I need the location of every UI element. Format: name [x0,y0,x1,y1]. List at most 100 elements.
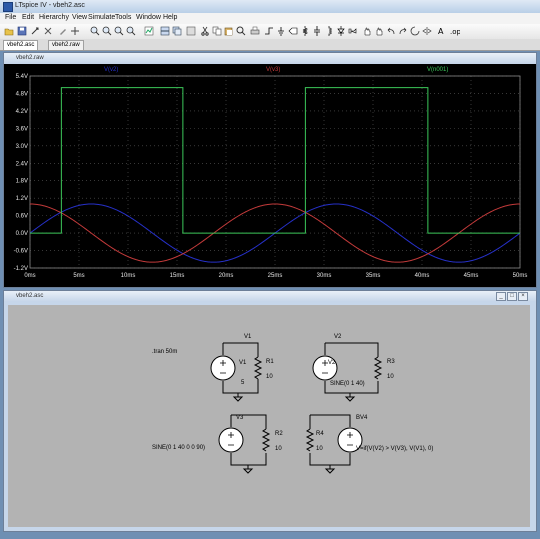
paste-icon[interactable] [224,26,234,36]
schematic-window[interactable]: vbeh2.asc _ □ × .tran 50m V1 V1 5 R1 10 … [3,290,537,532]
svg-text:A: A [438,27,444,36]
x-tick-label: 0ms [24,273,35,279]
x-tick-label: 30ms [317,273,332,279]
hand-move-icon[interactable] [362,26,372,36]
spice-directive-icon[interactable]: .op [450,26,460,36]
value-v1[interactable]: 5 [241,380,244,386]
menu-simulate[interactable]: Simulate [88,14,115,21]
tab-vbeh2-raw[interactable]: vbeh2.raw [48,40,84,50]
y-tick-label: 1.8V [16,179,28,185]
save-icon[interactable] [17,26,27,36]
redo-icon[interactable] [398,26,408,36]
label-v1[interactable]: V1 [244,334,251,340]
resistor-icon[interactable] [300,26,310,36]
value-v2[interactable]: SINE(0 1 40) [330,381,365,387]
value-r2[interactable]: 10 [275,446,282,452]
close-button[interactable]: × [518,292,528,301]
y-tick-label: -0.6V [14,249,28,255]
x-tick-label: 50ms [513,273,528,279]
drag-icon[interactable] [374,26,384,36]
zoom-out-icon[interactable] [114,26,124,36]
trace-label-v2[interactable]: V(v2) [104,67,118,73]
find-icon[interactable] [236,26,246,36]
title-bar: LTspice IV - vbeh2.asc [0,0,540,14]
rotate-icon[interactable] [410,26,420,36]
y-tick-label: 2.4V [16,161,28,167]
menu-window[interactable]: Window [136,14,161,21]
value-r3[interactable]: 10 [387,374,394,380]
ground-icon[interactable] [276,26,286,36]
label-v2-ref: V2 [328,360,336,366]
cascade-icon[interactable] [172,26,182,36]
menu-hierarchy[interactable]: Hierarchy [39,14,69,21]
label-bv4[interactable]: BV4 [356,415,367,421]
label-v2[interactable]: V2 [334,334,341,340]
toolbar: A .op [0,24,540,40]
text-icon[interactable]: A [436,26,446,36]
probe-icon[interactable] [58,26,68,36]
trace-name-v2: V(v2) [104,67,119,73]
tab-label: vbeh2.raw [52,42,80,48]
print-icon[interactable] [250,26,260,36]
tile-icon[interactable] [160,26,170,36]
value-r1[interactable]: 10 [266,374,273,380]
waveform-chart[interactable]: 5.4V 4.8V 4.2V 3.6V 3.0V 2.4V 1.8V 1.2V 0.6V 0.0V… [4,64,536,287]
autorange-icon[interactable] [144,26,154,36]
mirror-icon[interactable] [422,26,432,36]
y-tick-label: 3.0V [16,144,28,150]
label-r1[interactable]: R1 [266,359,274,365]
spice-directive[interactable]: .tran 50m [152,349,177,355]
tab-vbeh2-asc[interactable]: vbeh2.asc [3,40,39,50]
value-r4[interactable]: 10 [316,446,323,452]
menu-tools[interactable]: Tools [115,14,131,21]
menu-file[interactable]: File [5,14,16,21]
trace-name-v3: V(v3) [266,67,281,73]
maximize-button[interactable]: □ [507,292,517,301]
capacitor-icon[interactable] [312,26,322,36]
tab-label: vbeh2.asc [7,42,35,48]
label-r2[interactable]: R2 [275,431,283,437]
label-r4[interactable]: R4 [316,431,324,437]
x-tick-label: 15ms [170,273,185,279]
menu-help[interactable]: Help [163,14,177,21]
waveform-plot-area[interactable]: 5.4V 4.8V 4.2V 3.6V 3.0V 2.4V 1.8V 1.2V 0.6V 0.0V… [4,64,536,287]
waveform-window-title: vbeh2.raw [16,55,44,61]
trace-name-n001: V(n001) [427,67,449,73]
y-tick-label: 4.2V [16,109,28,115]
x-tick-label: 5ms [73,273,84,279]
zoom-fit-icon[interactable] [126,26,136,36]
menu-view[interactable]: View [72,14,87,21]
undo-icon[interactable] [386,26,396,36]
label-v1-ref: V1 [239,360,247,366]
v3-source-icon [218,427,244,453]
y-tick-label: 1.2V [16,196,28,202]
y-tick-label: 0.6V [16,214,28,220]
label-v3[interactable]: V3 [236,415,243,421]
x-tick-label: 45ms [464,273,479,279]
value-v3[interactable]: SINE(0 1 40 0 0 90) [152,445,205,451]
close-window-icon[interactable] [186,26,196,36]
zoom-area-icon[interactable] [102,26,112,36]
open-folder-icon[interactable] [4,26,14,36]
menu-edit[interactable]: Edit [22,14,34,21]
bv4-expression[interactable]: V=if(V(V2) > V(V3), V(V1), 0) [356,446,433,452]
zoom-in-icon[interactable] [90,26,100,36]
copy-icon[interactable] [212,26,222,36]
pan-icon[interactable] [70,26,80,36]
waveform-window[interactable]: vbeh2.raw 5.4V 4.8V 4.2V 3.6V 3.0V 2.4V 1.8V 1.… [3,52,537,288]
run-icon[interactable] [30,26,40,36]
wire-icon[interactable] [264,26,274,36]
minimize-button[interactable]: _ [496,292,506,301]
y-tick-label: 4.8V [16,91,28,97]
x-tick-label: 35ms [366,273,381,279]
cut-icon[interactable] [200,26,210,36]
halt-icon[interactable] [43,26,53,36]
component-icon[interactable] [348,26,358,36]
schematic-canvas[interactable]: .tran 50m V1 V1 5 R1 10 V2 V2 SINE(0 1 4… [8,305,530,527]
label-r3[interactable]: R3 [387,359,395,365]
trace-label-n001[interactable]: V(n001) [427,67,448,73]
label-icon[interactable] [288,26,298,36]
diode-icon[interactable] [336,26,346,36]
trace-label-v3[interactable]: V(v3) [266,67,280,73]
inductor-icon[interactable] [324,26,334,36]
